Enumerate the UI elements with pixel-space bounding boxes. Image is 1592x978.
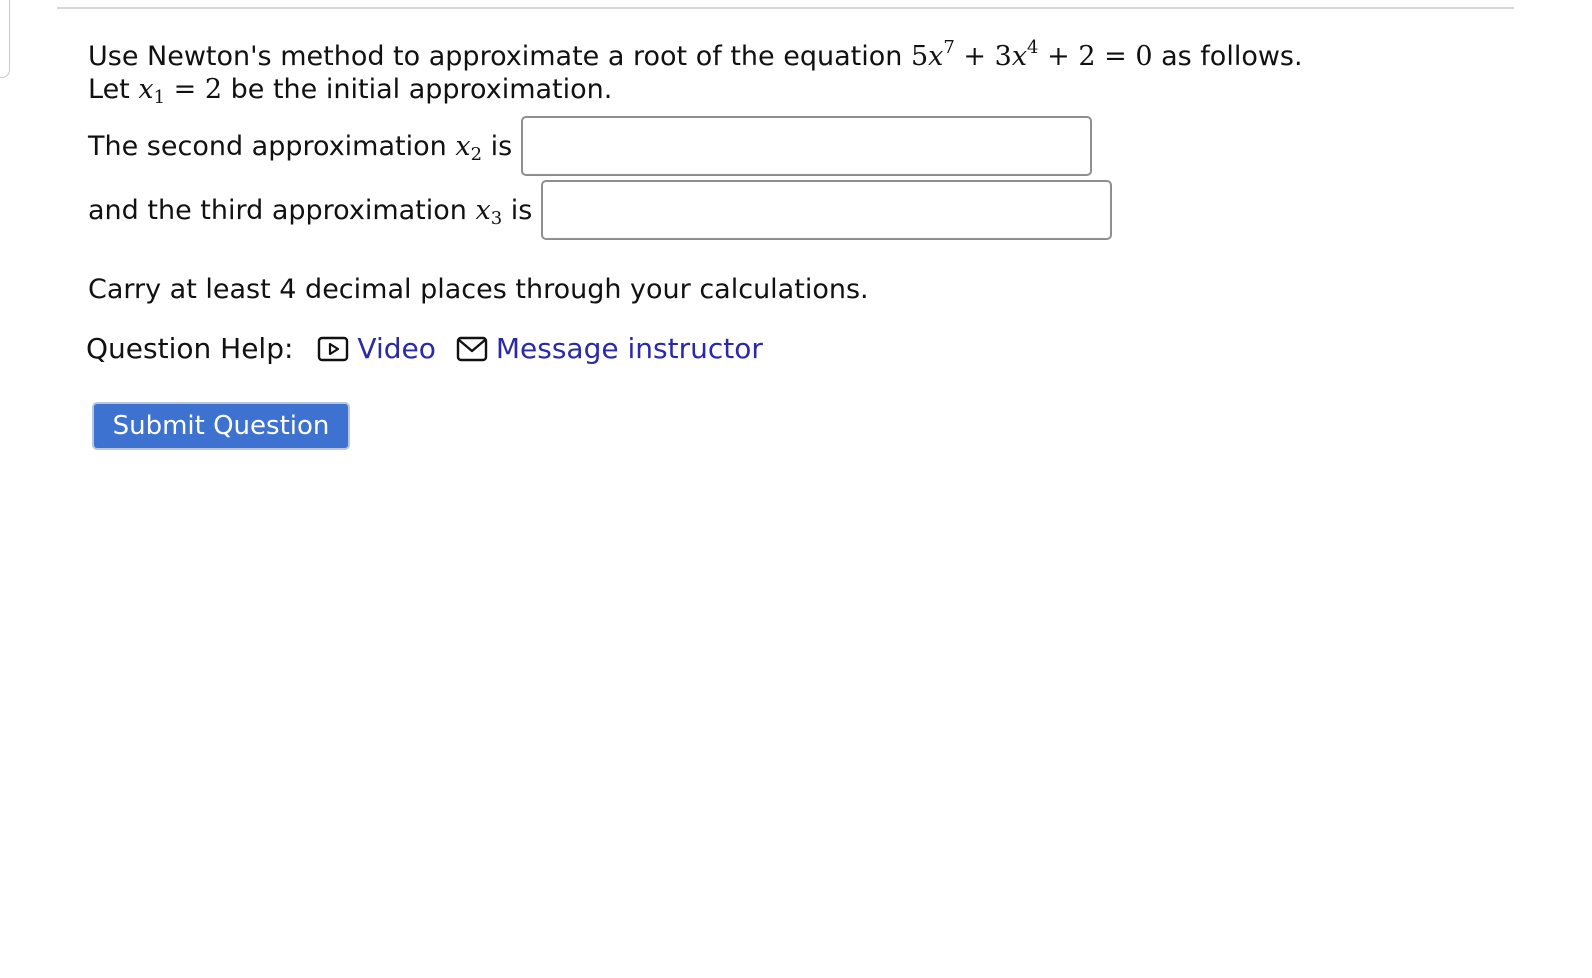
third-approx-row: and the third approximation x3 is [88,180,1113,240]
left-edge-tab [0,0,10,78]
third-approx-input[interactable] [541,180,1113,240]
play-icon [318,336,349,361]
mail-icon [456,336,488,361]
equation: 5x7 + 3x4 + 2 = 0 [910,37,1153,73]
message-instructor-label: Message instructor [495,332,763,365]
intro-suffix: as follows. [1161,41,1303,72]
question-line-1: Use Newton's method to approximate a roo… [88,37,1508,73]
initial-math: x1 = 2 [138,74,223,108]
question-text: Use Newton's method to approximate a roo… [88,37,1508,108]
question-line-2: Let x1 = 2 be the initial approximation. [88,74,613,108]
video-link-label: Video [357,332,436,365]
video-link[interactable]: Video [317,332,436,365]
top-divider [57,7,1514,9]
question-help: Question Help: Video Message instructor [86,332,763,365]
second-approx-var: x2 [455,130,483,165]
question-help-label: Question Help: [86,332,294,365]
submit-question-button[interactable]: Submit Question [92,402,350,450]
carry-note: Carry at least 4 decimal places through … [88,274,869,305]
second-approx-row: The second approximation x2 is [88,116,1093,176]
third-approx-var: x3 [475,194,503,229]
third-approx-is: is [510,194,533,226]
second-approx-is: is [490,130,513,162]
second-approx-input[interactable] [521,116,1093,176]
third-approx-label: and the third approximation [88,194,467,226]
message-instructor-link[interactable]: Message instructor [456,332,763,365]
intro-text: Use Newton's method to approximate a roo… [88,41,903,72]
second-approx-label: The second approximation [88,130,447,162]
